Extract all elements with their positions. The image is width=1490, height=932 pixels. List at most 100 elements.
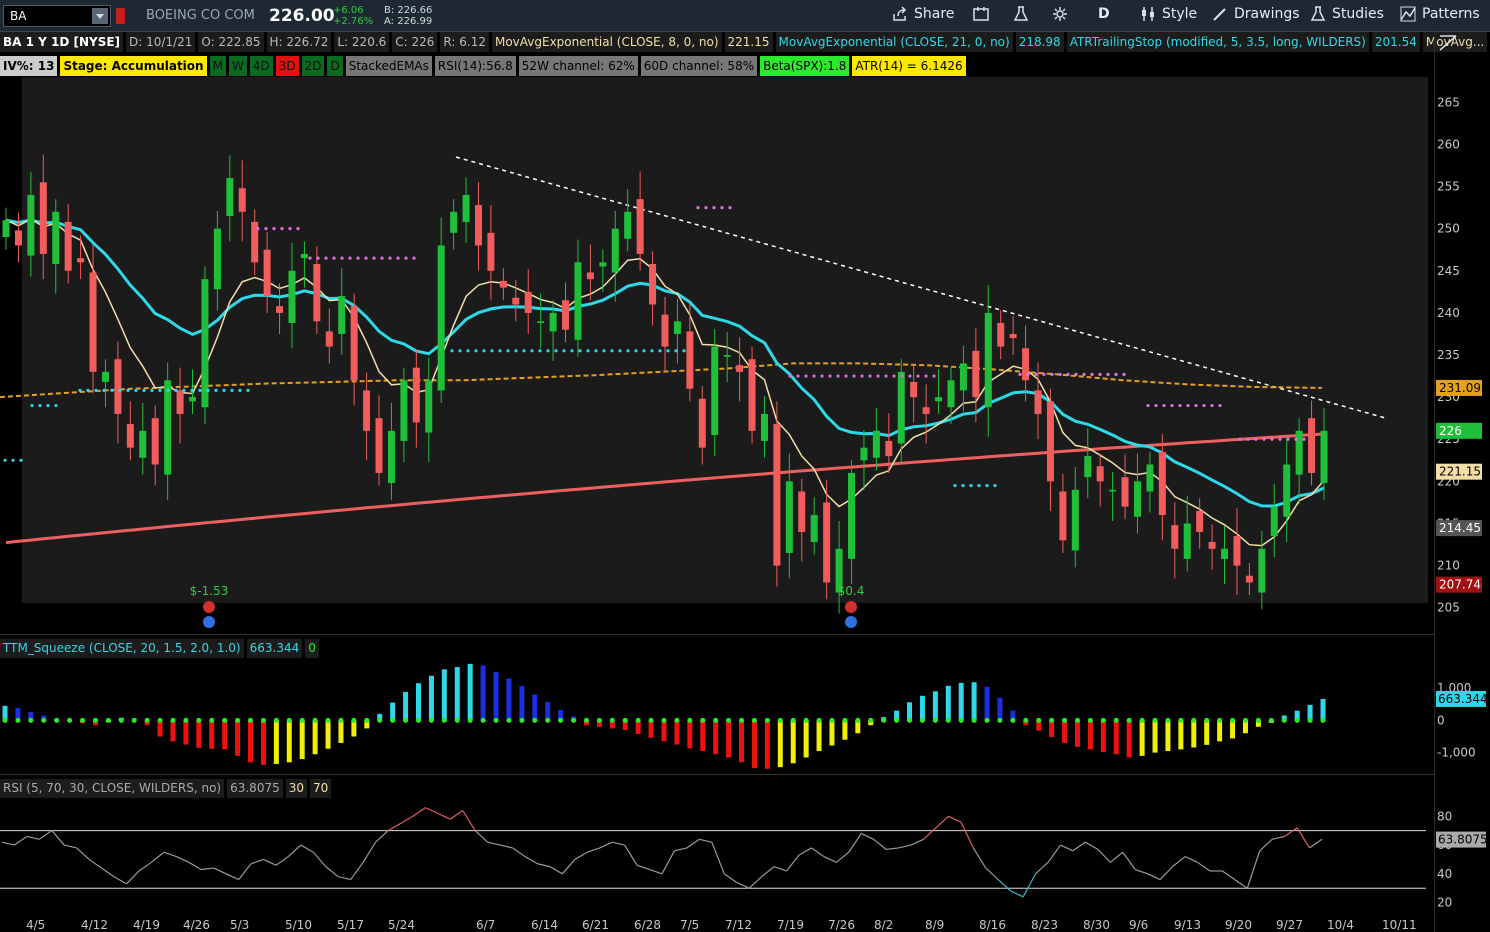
squeeze-dot [209, 717, 215, 723]
y-tick-label: 255 [1437, 180, 1460, 194]
candle-body [1009, 333, 1017, 339]
studies-button[interactable]: Studies [1310, 6, 1384, 22]
symbol-input[interactable]: BA [3, 5, 111, 27]
period-button[interactable]: D [1098, 6, 1110, 22]
atr-stop-label[interactable]: ATRTrailingStop (modified, 5, 3.5, long,… [1066, 32, 1369, 52]
rsi-segment [437, 812, 451, 820]
stop-dot [538, 349, 542, 353]
stop-dot [924, 374, 928, 378]
squeeze-dot [467, 717, 473, 723]
candle-body [387, 430, 395, 484]
price-chart[interactable]: 205210215220225230235240245250255260265$… [0, 77, 1490, 633]
rsi-segment [449, 810, 464, 820]
stop-dot [712, 205, 716, 210]
stop-dot [412, 256, 416, 260]
settings-button[interactable] [1052, 6, 1068, 22]
stop-dot [222, 388, 226, 392]
squeeze-dot [1204, 717, 1210, 723]
squeeze-dot [80, 717, 86, 723]
patterns-button[interactable]: Patterns [1400, 6, 1480, 22]
squeeze-dot [1087, 717, 1093, 723]
squeeze-bar [506, 678, 512, 721]
stop-dot [1058, 372, 1062, 376]
squeeze-bar [235, 720, 241, 756]
squeeze-dot [183, 717, 189, 723]
rsi-segment [1222, 870, 1236, 881]
x-tick-label: 9/20 [1225, 918, 1252, 932]
squeeze-bar [545, 701, 551, 721]
study-legend: BA 1 Y 1D [NYSE] D: 10/1/21 O: 222.85 H:… [0, 32, 1488, 52]
candle-body [27, 194, 35, 256]
squeeze-dot [816, 717, 822, 723]
stacked-badge: StackedEMAs [345, 56, 432, 76]
range-box [880, 77, 1104, 603]
rsi-segment [412, 807, 426, 817]
rsi-segment [275, 856, 289, 866]
share-button[interactable]: Share [892, 6, 954, 22]
squeeze-name[interactable]: TTM_Squeeze (CLOSE, 20, 1.5, 2.0, 1.0) [0, 639, 244, 658]
stop-dot [634, 349, 638, 353]
chevron-down-icon[interactable] [92, 8, 108, 24]
patterns-label: Patterns [1422, 6, 1480, 22]
candle [437, 217, 445, 404]
stop-dot [372, 256, 376, 260]
stage-badge: Stage: Accumulation [60, 56, 207, 76]
stop-dot [892, 374, 896, 378]
style-button[interactable]: Style [1140, 6, 1197, 22]
stop-dot [142, 388, 146, 392]
squeeze-bar [777, 720, 783, 768]
expand-icon[interactable] [1438, 34, 1460, 52]
ema8-label[interactable]: MovAvgExponential (CLOSE, 8, 0, no) [491, 32, 722, 52]
squeeze-dot [1010, 717, 1016, 723]
d-badge: D [327, 56, 343, 76]
drawings-button[interactable]: Drawings [1212, 6, 1300, 22]
candle-body [984, 312, 992, 408]
rsi-segment [1035, 861, 1049, 875]
candle-body [785, 481, 793, 553]
atr-stop-value: 201.54 [1371, 32, 1420, 52]
stop-dot [530, 349, 534, 353]
notes-button[interactable] [973, 6, 989, 22]
squeeze-dot [1100, 717, 1106, 723]
candle-body [574, 262, 582, 340]
squeeze-dot [803, 717, 809, 723]
stop-dot [908, 374, 912, 378]
squeeze-dot [881, 717, 887, 723]
candle-body [1071, 489, 1079, 551]
squeeze-chart[interactable]: -1,00001,000663.344 [0, 659, 1490, 772]
squeeze-dot [1191, 717, 1197, 723]
candle-body [810, 515, 818, 543]
stop-dot [961, 483, 965, 488]
ema21-label[interactable]: MovAvgExponential (CLOSE, 21, 0, no) [775, 32, 1013, 52]
rsi-name[interactable]: RSI (5, 70, 30, CLOSE, WILDERS, no) [0, 779, 225, 798]
stop-dot [54, 403, 58, 408]
squeeze-dot [222, 717, 228, 723]
flask-button[interactable] [1013, 6, 1029, 22]
rsi-segment [612, 841, 625, 846]
squeeze-dot [958, 717, 964, 723]
squeeze-bar [260, 720, 266, 765]
candle-body [848, 472, 856, 559]
stop-dot [1178, 403, 1182, 408]
rsi-segment [1060, 844, 1074, 852]
rsi-segment [1022, 873, 1037, 898]
2d-badge: 2D [301, 56, 325, 76]
rsi-chart[interactable]: 2040608063.8075 [0, 799, 1490, 917]
candle-body [425, 380, 433, 433]
candle-body [2, 220, 10, 238]
rsi-segment [972, 847, 987, 869]
squeeze-bar [170, 720, 176, 742]
x-tick-label: 5/10 [285, 918, 312, 932]
candle-body [1109, 489, 1117, 492]
squeeze-bar [1152, 720, 1158, 753]
x-tick-label: 7/19 [777, 918, 804, 932]
candles-icon [1142, 7, 1154, 21]
squeeze-bar [932, 691, 938, 721]
flag-icon[interactable] [116, 8, 125, 24]
stop-dot [380, 256, 384, 260]
high-value: H: 226.72 [266, 32, 332, 52]
candle-body [52, 211, 60, 265]
low-value: L: 220.6 [334, 32, 390, 52]
squeeze-dot [1023, 717, 1029, 723]
squeeze-bar [183, 720, 189, 745]
